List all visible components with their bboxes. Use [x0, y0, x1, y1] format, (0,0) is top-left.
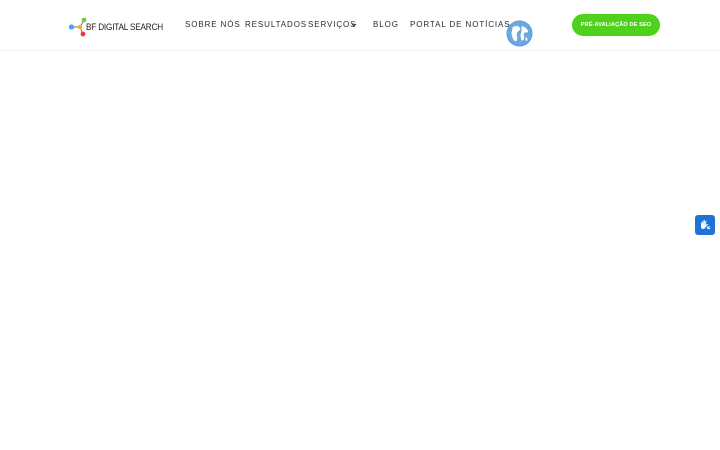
logo-text: BF DIGITAL SEARCH: [86, 21, 163, 33]
nav-item-sobre-nos[interactable]: SOBRE NÓS: [185, 20, 241, 30]
bf-logo-icon: [68, 16, 88, 38]
nav-item-resultados[interactable]: RESULTADOS: [245, 20, 307, 30]
sign-language-icon: [701, 220, 711, 230]
site-header: BF DIGITAL SEARCH SOBRE NÓS RESULTADOS S…: [0, 0, 720, 51]
globe-icon[interactable]: [506, 20, 533, 47]
accessibility-widget-button[interactable]: [695, 215, 715, 235]
site-logo[interactable]: BF DIGITAL SEARCH: [68, 16, 163, 38]
chevron-down-icon[interactable]: [350, 21, 358, 29]
seo-pre-evaluation-button[interactable]: PRÉ-AVALIAÇÃO DE SEO: [572, 14, 660, 36]
nav-item-blog[interactable]: BLOG: [373, 20, 399, 30]
nav-item-portal-de-noticias[interactable]: PORTAL DE NOTÍCIAS: [410, 20, 511, 30]
